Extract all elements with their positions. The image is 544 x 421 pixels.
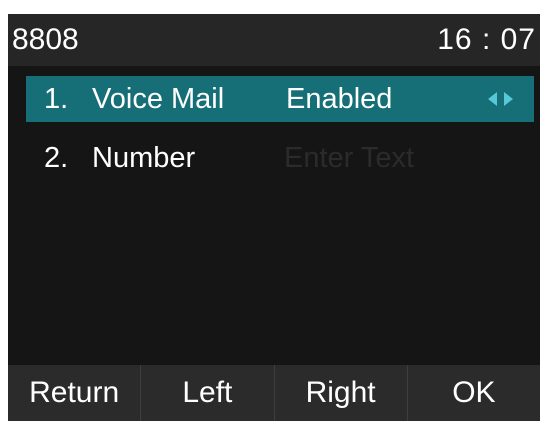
menu-item-label: Voice Mail xyxy=(92,83,225,115)
ok-softkey[interactable]: OK xyxy=(408,365,540,421)
number-input[interactable] xyxy=(284,139,484,177)
return-softkey[interactable]: Return xyxy=(8,365,142,421)
status-bar: 8808 16 : 07 xyxy=(8,14,540,66)
left-right-arrows-icon[interactable] xyxy=(488,92,522,106)
left-softkey[interactable]: Left xyxy=(141,365,275,421)
right-softkey[interactable]: Right xyxy=(275,365,408,421)
softkey-bar: Return Left Right OK xyxy=(8,365,540,421)
clock-time: 16 : 07 xyxy=(437,23,536,56)
account-number: 8808 xyxy=(12,23,79,56)
menu-item-index: 1. xyxy=(44,83,69,115)
phone-screen: 8808 16 : 07 1. Voice Mail Enabled 2. Nu… xyxy=(8,14,540,421)
menu-item-label: Number xyxy=(92,142,196,174)
menu-item-voice-mail[interactable]: 1. Voice Mail Enabled xyxy=(26,76,534,122)
arrow-right-icon xyxy=(504,92,513,106)
menu-item-number[interactable]: 2. Number xyxy=(26,135,534,181)
arrow-left-icon xyxy=(488,92,497,106)
menu-item-index: 2. xyxy=(44,142,69,174)
voice-mail-value[interactable]: Enabled xyxy=(286,76,392,122)
